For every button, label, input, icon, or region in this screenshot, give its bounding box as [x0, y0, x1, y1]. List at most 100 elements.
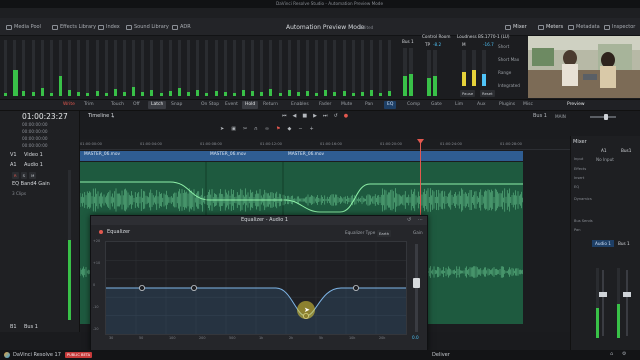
automation-touch-button[interactable]: Touch [108, 101, 127, 109]
rewind-icon[interactable]: ◀ [293, 114, 297, 119]
automation-lim-button[interactable]: Lim [452, 101, 466, 109]
automation-return-button[interactable]: Return [260, 101, 281, 109]
a1-record-arm-button[interactable]: R [12, 172, 19, 179]
record-icon[interactable]: ● [344, 114, 348, 119]
settings-icon[interactable]: ⚙ [622, 352, 626, 357]
home-icon[interactable]: ⌂ [610, 352, 613, 357]
track-a1-name[interactable]: Audio 1 [24, 163, 43, 168]
automation-fader-button[interactable]: Fader [316, 101, 334, 109]
eq-x-tick-4: 200 [199, 336, 206, 340]
eq-type-dropdown[interactable]: Earth [377, 230, 392, 237]
automation-mute-button[interactable]: Mute [338, 101, 355, 109]
zoom-out-icon[interactable]: − [298, 127, 302, 132]
go-to-end-icon[interactable]: ⏭ [323, 114, 328, 119]
pointer-tool-icon[interactable]: ➤ [220, 127, 224, 132]
timeline-dropdown-icon[interactable]: ▾ [112, 114, 114, 119]
video-clip-2[interactable]: MASTER_06.mov [210, 152, 246, 157]
track-meter-34 [305, 40, 309, 96]
automation-misc-button[interactable]: Misc [520, 101, 536, 109]
flag-tool-icon[interactable]: ⚑ [276, 127, 280, 132]
automation-parameter[interactable]: EQ Band4 Gain [12, 182, 50, 187]
automation-event-button[interactable]: Event [222, 101, 241, 109]
automation-comp-button[interactable]: Comp [404, 101, 423, 109]
eq-gain-fader-track[interactable] [413, 244, 420, 332]
eq-gain-value[interactable]: 0.0 [412, 335, 419, 340]
razor-tool-icon[interactable]: ✂ [243, 127, 247, 132]
metadata-toggle[interactable]: Metadata [568, 22, 600, 32]
play-icon[interactable]: ▶ [313, 114, 317, 119]
automation-aux-button[interactable]: Aux [474, 101, 489, 109]
mixer-input-value[interactable]: No Input [596, 157, 614, 162]
marker-tool-icon[interactable]: ◆ [287, 127, 291, 132]
mouse-cursor-icon: ➤ [304, 306, 310, 314]
automation-off-button[interactable]: Off [130, 101, 143, 109]
eq-bypass-icon[interactable] [99, 230, 103, 234]
go-to-start-icon[interactable]: ⏮ [282, 114, 287, 119]
automation-preview-button[interactable]: Preview [564, 101, 588, 109]
automation-write-button[interactable]: Write [60, 101, 78, 109]
mixer-toggle[interactable]: Mixer [505, 22, 527, 32]
track-meter-peak-left [13, 70, 18, 96]
mixer-a1-fader-track[interactable] [599, 270, 607, 336]
stop-icon[interactable]: ■ [302, 114, 307, 119]
automation-gate-button[interactable]: Gate [428, 101, 445, 109]
automation-latch-button[interactable]: Latch [148, 101, 167, 109]
automation-on-stop-button[interactable]: On Stop [198, 101, 222, 109]
mixer-bus-fader-track[interactable] [623, 270, 631, 336]
eq-band-handle-2[interactable] [191, 285, 198, 292]
automation-eq-button[interactable]: EQ [384, 101, 397, 109]
deliver-page-button[interactable]: Deliver [432, 352, 450, 358]
viewer-video[interactable] [528, 36, 640, 98]
eq-gain-fader[interactable] [413, 278, 420, 288]
index-button[interactable]: Index [98, 22, 120, 32]
inspector-toggle[interactable]: Inspector [604, 22, 635, 32]
automation-hold-button[interactable]: Hold [242, 101, 259, 109]
pause-button[interactable]: Pause [460, 90, 476, 97]
media-pool-button[interactable]: Media Pool [6, 22, 41, 32]
loudness-m-value: -16.7 [483, 42, 494, 47]
track-v1-name[interactable]: Video 1 [24, 153, 43, 158]
short-max-label: Short Max [498, 57, 520, 62]
effects-library-button[interactable]: Effects Library [52, 22, 96, 32]
eq-y-tick-1: +20 [93, 239, 101, 243]
eq-band-handle-1[interactable] [139, 285, 146, 292]
automation-snap-button[interactable]: Snap [168, 101, 185, 109]
eq-reset-icon[interactable]: ↺ [407, 218, 411, 223]
track-meter-level-28 [251, 91, 255, 96]
eq-band-handle-4[interactable] [352, 285, 359, 292]
track-meter-15 [132, 40, 136, 96]
mixer-strip-name-box[interactable]: Audio 1 [592, 240, 614, 247]
range-tool-icon[interactable]: ▣ [231, 127, 236, 132]
snap-tool-icon[interactable]: ∩ [254, 127, 258, 132]
track-bus-name[interactable]: Bus 1 [24, 325, 38, 330]
eq-graph[interactable] [105, 241, 407, 335]
video-clip-3[interactable]: MASTER_06.mov [288, 152, 324, 157]
eq-titlebar[interactable]: Equalizer - Audio 1 ↺ ⋯ [91, 216, 427, 225]
adr-button[interactable]: ADR [172, 22, 191, 32]
meters-icon [538, 24, 544, 30]
automation-plugins-button[interactable]: Plugins [496, 101, 518, 109]
link-tool-icon[interactable]: ∞ [265, 127, 269, 132]
automation-enables-button[interactable]: Enables [288, 101, 312, 109]
main-volume-handle[interactable] [604, 114, 608, 120]
reset-button[interactable]: Reset [480, 90, 495, 97]
automation-pan-button[interactable]: Pan [362, 101, 376, 109]
timecode-display[interactable]: 01:00:23:27 [22, 112, 68, 121]
sound-library-button[interactable]: Sound Library [126, 22, 169, 32]
timeline-name[interactable]: Timeline 1 [88, 114, 114, 119]
mixer-bus-fader[interactable] [623, 292, 631, 297]
track-meter-level-43 [388, 91, 392, 96]
zoom-in-icon[interactable]: + [310, 127, 314, 132]
bus-selector[interactable]: Bus 1 [533, 114, 547, 119]
a1-solo-button[interactable]: S [20, 172, 28, 179]
track-meter-level-5 [40, 88, 44, 96]
video-clip-1[interactable]: MASTER_06.mov [84, 152, 120, 157]
main-volume-slider[interactable] [590, 114, 616, 120]
meters-toggle[interactable]: Meters [538, 22, 563, 32]
automation-trim-button[interactable]: Trim [81, 101, 97, 109]
loop-icon[interactable]: ↺ [333, 114, 337, 119]
a1-mute-button[interactable]: M [29, 172, 37, 179]
track-bus-id: B1 [10, 324, 17, 330]
mixer-a1-fader[interactable] [599, 292, 607, 297]
eq-more-icon[interactable]: ⋯ [418, 218, 423, 223]
